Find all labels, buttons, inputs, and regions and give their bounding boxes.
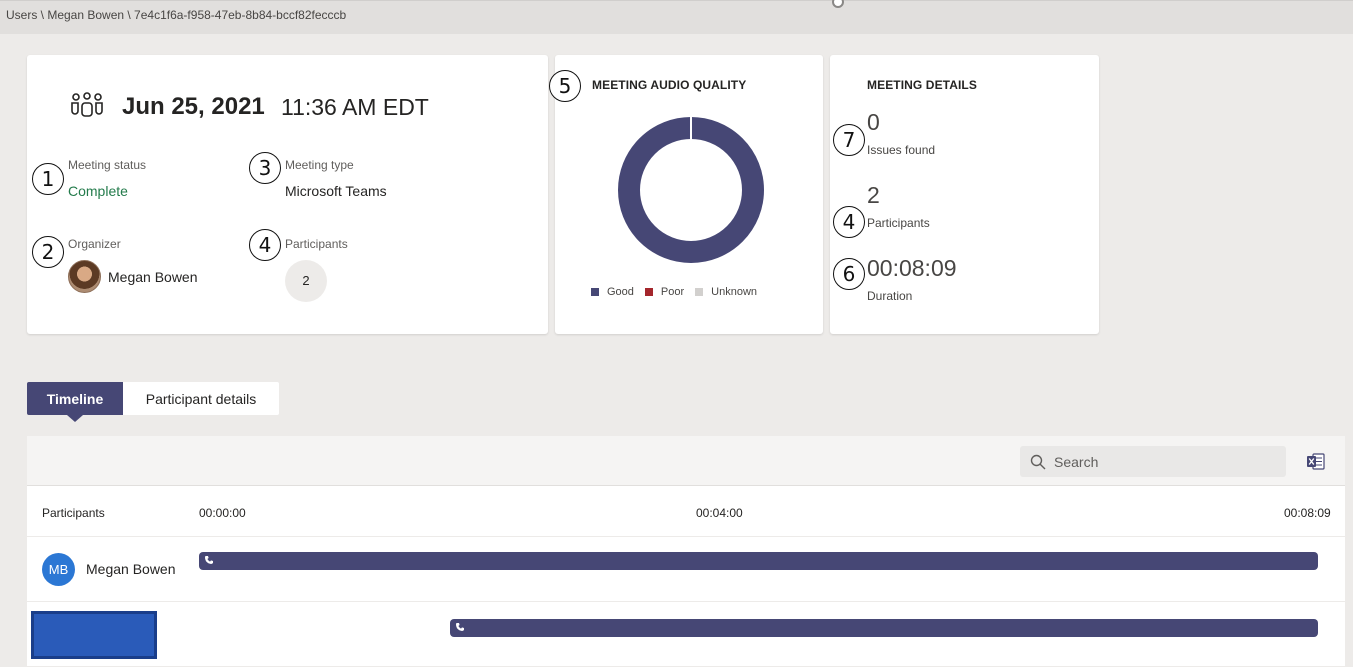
session-bar[interactable] — [449, 619, 1318, 637]
participant-avatar: MB — [42, 553, 75, 586]
breadcrumb[interactable]: Users \ Megan Bowen \ 7e4c1f6a-f958-47eb… — [6, 8, 346, 22]
issues-found-value: 0 — [867, 109, 880, 135]
timeline-row[interactable] — [27, 602, 1345, 667]
timeline-header-row: Participants 00:00:00 00:04:00 00:08:09 — [27, 487, 1345, 537]
tick-label-mid: 00:04:00 — [696, 506, 743, 520]
tick-label-end: 00:08:09 — [1284, 506, 1331, 520]
audio-quality-donut[interactable] — [618, 117, 764, 263]
callout-6: 6 — [833, 258, 865, 290]
meeting-status-value: Complete — [68, 183, 128, 199]
meeting-type-value: Microsoft Teams — [285, 183, 387, 199]
audio-quality-title: MEETING AUDIO QUALITY — [592, 78, 747, 92]
meeting-details-title: MEETING DETAILS — [867, 78, 977, 92]
excel-export-icon[interactable] — [1307, 453, 1325, 470]
top-bar: Users \ Megan Bowen \ 7e4c1f6a-f958-47eb… — [0, 0, 1353, 34]
timeline-toolbar: Search — [27, 436, 1345, 486]
callout-4: 4 — [249, 229, 281, 261]
callout-5: 5 — [549, 70, 581, 102]
tick-label-start: 00:00:00 — [199, 506, 246, 520]
session-bar[interactable] — [199, 552, 1318, 570]
issues-found-label: Issues found — [867, 143, 936, 157]
tab-timeline[interactable]: Timeline — [27, 382, 123, 415]
organizer-label: Organizer — [68, 237, 121, 251]
meeting-details-card: MEETING DETAILS 7 0 Issues found 4 2 Par… — [830, 55, 1099, 334]
phone-icon — [205, 556, 213, 564]
participants-detail-label: Participants — [867, 216, 930, 230]
organizer-avatar[interactable] — [68, 260, 101, 293]
organizer-name[interactable]: Megan Bowen — [108, 269, 198, 285]
redacted-participant — [31, 611, 157, 659]
callout-7: 7 — [833, 124, 865, 156]
callout-3: 3 — [249, 152, 281, 184]
search-placeholder: Search — [1054, 453, 1099, 470]
meeting-summary-card: Jun 25, 2021 11:36 AM EDT 1 Meeting stat… — [27, 55, 548, 334]
timeline-panel: Search Participants 00:00:00 00:04:00 00… — [27, 436, 1345, 667]
search-input[interactable]: Search — [1020, 446, 1286, 477]
meeting-status-label: Meeting status — [68, 158, 147, 172]
duration-label: Duration — [867, 289, 913, 303]
meeting-time: 11:36 AM EDT — [281, 94, 429, 120]
search-icon — [1030, 454, 1046, 469]
meeting-date: Jun 25, 2021 — [122, 93, 265, 120]
legend-unknown: Unknown — [695, 286, 757, 298]
participants-count[interactable]: 2 — [285, 260, 327, 302]
callout-4b: 4 — [833, 206, 865, 238]
tab-participant-details[interactable]: Participant details — [123, 382, 279, 415]
callout-2: 2 — [32, 236, 64, 268]
callout-1: 1 — [32, 163, 64, 195]
audio-quality-legend: Good Poor Unknown — [591, 286, 757, 298]
scroll-indicator — [832, 0, 844, 8]
legend-good: Good — [591, 286, 634, 298]
active-tab-indicator — [67, 415, 83, 422]
phone-icon — [455, 623, 464, 631]
meeting-type-label: Meeting type — [285, 158, 354, 172]
participants-label: Participants — [285, 237, 348, 251]
audio-quality-card: 5 MEETING AUDIO QUALITY Good Poor Unknow… — [549, 55, 823, 334]
timeline-row[interactable]: MB Megan Bowen — [27, 537, 1345, 602]
legend-poor: Poor — [644, 286, 684, 298]
meeting-icon — [71, 92, 103, 117]
participants-column-header: Participants — [42, 506, 105, 520]
duration-value: 00:08:09 — [867, 255, 957, 281]
participants-value: 2 — [867, 182, 880, 208]
participant-name[interactable]: Megan Bowen — [86, 561, 176, 577]
